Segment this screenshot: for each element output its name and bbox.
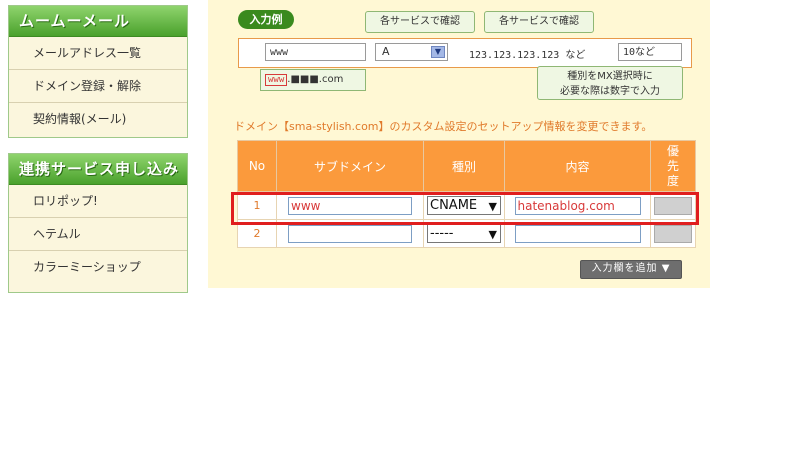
example-note-line1: 種別をMX選択時に bbox=[567, 71, 653, 82]
sidebar-muumuu-title: ムームーメール bbox=[9, 6, 187, 37]
sidebar-item-lolipop[interactable]: ロリポップ! bbox=[9, 185, 187, 218]
sidebar-muumuu-mail: ムームーメール メールアドレス一覧 ドメイン登録・解除 契約情報(メール) bbox=[8, 5, 188, 138]
example-subdomain-sample: www .■■■.com bbox=[260, 69, 366, 91]
example-priority-note: 種別をMX選択時に 必要な際は数字で入力 bbox=[537, 66, 683, 100]
column-priority: 優 先 度 bbox=[650, 140, 696, 192]
content-input[interactable] bbox=[514, 224, 641, 243]
chevron-down-icon: ▼ bbox=[431, 46, 445, 58]
sidebar-item-domain-registration[interactable]: ドメイン登録・解除 bbox=[9, 70, 187, 103]
example-type-select: A ▼ bbox=[375, 43, 448, 61]
sidebar-linked-title: 連携サービス申し込み bbox=[9, 154, 187, 185]
example-bubble-content: 各サービスで確認 bbox=[484, 11, 594, 33]
highlight-box bbox=[231, 192, 699, 225]
column-content: 内容 bbox=[504, 140, 651, 192]
example-sample-www: www bbox=[265, 74, 288, 86]
sidebar-linked-services: 連携サービス申し込み ロリポップ! ヘテムル カラーミーショップ bbox=[8, 153, 188, 293]
subdomain-input[interactable] bbox=[288, 224, 412, 243]
column-no: No bbox=[237, 140, 277, 192]
type-select-value: ----- bbox=[430, 226, 454, 241]
add-row-button[interactable]: 入力欄を追加 ▼ bbox=[580, 260, 682, 279]
type-select[interactable]: ----- ▼ bbox=[427, 224, 501, 243]
dns-settings-panel: 入力例 各サービスで確認 各サービスで確認 www A ▼ 123.123.12… bbox=[208, 0, 710, 288]
sidebar-item-colorme[interactable]: カラーミーショップ bbox=[9, 251, 187, 284]
example-row: www A ▼ 123.123.123.123 など 10など bbox=[238, 38, 692, 68]
example-content-text: 123.123.123.123 など bbox=[469, 50, 586, 61]
example-note-line2: 必要な際は数字で入力 bbox=[560, 86, 660, 97]
column-type: 種別 bbox=[423, 140, 505, 192]
example-subdomain-field: www bbox=[265, 43, 366, 61]
example-priority-field: 10など bbox=[618, 43, 682, 61]
example-badge: 入力例 bbox=[238, 10, 294, 29]
sidebar-item-mail-addresses[interactable]: メールアドレス一覧 bbox=[9, 37, 187, 70]
column-subdomain: サブドメイン bbox=[276, 140, 424, 192]
example-sample-suffix: .■■■.com bbox=[287, 74, 344, 85]
table-header-row: No サブドメイン 種別 内容 優 先 度 bbox=[237, 140, 696, 192]
priority-input[interactable] bbox=[654, 224, 692, 243]
sidebar-item-heteml[interactable]: ヘテムル bbox=[9, 218, 187, 251]
example-bubble-type: 各サービスで確認 bbox=[365, 11, 475, 33]
domain-description: ドメイン【sma-stylish.com】のカスタム設定のセットアップ情報を変更… bbox=[234, 120, 653, 133]
example-type-value: A bbox=[382, 45, 390, 58]
sidebar-item-contract-info[interactable]: 契約情報(メール) bbox=[9, 103, 187, 136]
chevron-down-icon: ▼ bbox=[488, 228, 497, 241]
